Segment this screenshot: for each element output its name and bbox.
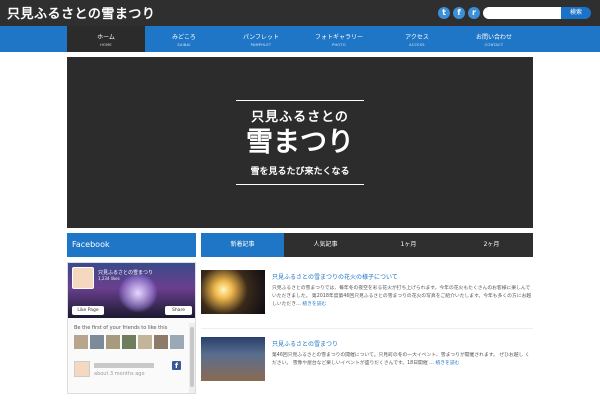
friend-avatar[interactable] [106, 335, 120, 349]
hero-title-line2: 雪まつり [246, 127, 354, 158]
nav-item-access[interactable]: アクセス ACCESS [378, 26, 456, 52]
article-tabs: 新着記事 人気記事 1ヶ月 2ヶ月 [201, 233, 533, 257]
nav-item-sublabel: HOME [100, 43, 112, 47]
read-more-link[interactable]: 続きを読む [302, 302, 326, 307]
search-input[interactable] [483, 7, 561, 19]
article-divider [201, 328, 533, 329]
article-item: 只見ふるさとの雪まつりの花火の様子について 只見ふるさとの雪まつりでは、毎年冬の… [201, 270, 533, 320]
nav-item-sublabel: CONTACT [484, 43, 504, 47]
nav-item-label: ホーム [97, 34, 115, 41]
tab-popular[interactable]: 人気記事 [284, 233, 367, 257]
nav-item-contact[interactable]: お問い合わせ CONTACT [455, 26, 533, 52]
nav-item-label: フォトギャラリー [314, 34, 363, 41]
share-button[interactable]: Share [165, 306, 192, 315]
nav-item-sublabel: PHOTO [332, 43, 346, 47]
article-thumbnail[interactable] [201, 270, 265, 314]
article-title[interactable]: 只見ふるさとの雪まつりの花火の様子について [272, 272, 398, 281]
facebook-logo-icon: f [172, 361, 181, 370]
article-title[interactable]: 只見ふるさとの雪まつり [272, 339, 338, 348]
nav-item-label: お問い合わせ [475, 34, 512, 41]
facebook-page-name[interactable]: 只見ふるさとの雪まつり [98, 269, 153, 276]
hero-bottom-rule [236, 184, 364, 185]
like-page-button[interactable]: Like Page [72, 306, 104, 315]
post-author-avatar[interactable] [74, 361, 90, 377]
hero-tagline: 雪を見るたび来たくなる [250, 167, 350, 177]
hero-title-line1: 只見ふるさとの [251, 110, 349, 125]
article-item: 只見ふるさとの雪まつり 第46回只見ふるさとの雪まつりの開催について。只見町の冬… [201, 337, 533, 387]
site-title[interactable]: 只見ふるさとの雪まつり [7, 3, 155, 22]
rss-icon[interactable]: r [468, 7, 480, 19]
post-timestamp: about 3 months ago [94, 371, 145, 377]
article-excerpt-text: 第46回只見ふるさとの雪まつりの開催について。只見町の冬の一大イベント、雪まつり… [272, 353, 530, 366]
friend-avatar[interactable] [170, 335, 184, 349]
nav-item-label: アクセス [405, 34, 429, 41]
main-navigation: ホーム HOME みどころ SAIBAI パンフレット PAMPHLET フォト… [0, 26, 600, 52]
tab-one-month[interactable]: 1ヶ月 [367, 233, 450, 257]
top-header-bar: 只見ふるさとの雪まつり t f r 検索 [0, 0, 600, 26]
twitter-icon[interactable]: t [438, 7, 450, 19]
facebook-icon[interactable]: f [453, 7, 465, 19]
facebook-widget-title: Facebook [67, 233, 196, 257]
read-more-link[interactable]: 続きを読む [435, 361, 459, 366]
nav-item-sublabel: PAMPHLET [250, 43, 272, 47]
tab-new-articles[interactable]: 新着記事 [201, 233, 284, 257]
friend-avatar[interactable] [74, 335, 88, 349]
tab-two-months[interactable]: 2ヶ月 [450, 233, 533, 257]
friends-like-text: Be the first of your friends to like thi… [74, 325, 168, 331]
facebook-page-avatar[interactable] [72, 267, 94, 289]
nav-item-pamphlet[interactable]: パンフレット PAMPHLET [222, 26, 300, 52]
nav-item-sublabel: ACCESS [409, 43, 425, 47]
nav-item-home[interactable]: ホーム HOME [67, 26, 145, 52]
article-excerpt: 只見ふるさとの雪まつりでは、毎年冬の夜空を彩る花火が打ち上げられます。今年の花火… [272, 285, 533, 309]
widget-scrollbar-thumb[interactable] [190, 327, 194, 387]
cover-illumination [118, 273, 158, 313]
hero-top-rule [236, 100, 364, 101]
article-excerpt: 第46回只見ふるさとの雪まつりの開催について。只見町の冬の一大イベント、雪まつり… [272, 352, 533, 368]
friend-avatar[interactable] [90, 335, 104, 349]
nav-item-label: みどころ [172, 34, 196, 41]
friend-avatar[interactable] [138, 335, 152, 349]
nav-item-photo[interactable]: フォトギャラリー PHOTO [300, 26, 378, 52]
nav-item-label: パンフレット [242, 34, 280, 41]
friend-avatar[interactable] [154, 335, 168, 349]
article-thumbnail[interactable] [201, 337, 265, 381]
post-author-name[interactable] [94, 363, 154, 368]
nav-item-highlights[interactable]: みどころ SAIBAI [145, 26, 223, 52]
facebook-like-count: 1,234 likes [98, 276, 120, 281]
nav-item-sublabel: SAIBAI [177, 43, 191, 47]
friend-avatar[interactable] [122, 335, 136, 349]
facebook-page-widget: 只見ふるさとの雪まつり 1,234 likes Like Page Share … [67, 262, 196, 394]
search-button[interactable]: 検索 [561, 7, 591, 19]
